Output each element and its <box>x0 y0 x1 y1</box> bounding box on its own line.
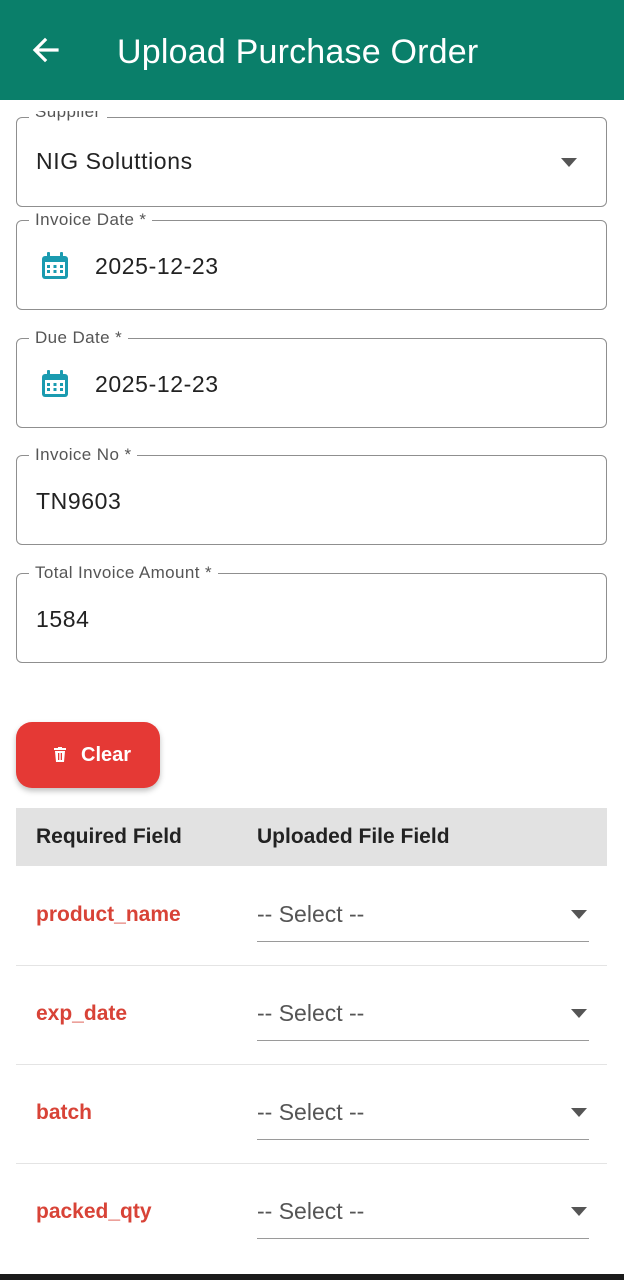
invoice-date-field[interactable]: Invoice Date * 2025-12-23 <box>16 209 607 310</box>
supplier-dropdown[interactable]: Supplier NIG Soluttions <box>16 101 607 207</box>
scroll-mask <box>0 100 624 111</box>
chevron-down-icon <box>571 1207 587 1216</box>
select-value: -- Select -- <box>257 1000 365 1026</box>
app-bar: Upload Purchase Order <box>0 0 624 100</box>
calendar-icon <box>42 252 68 279</box>
total-amount-label: Total Invoice Amount * <box>29 562 219 584</box>
table-row: product_name -- Select -- <box>16 866 607 966</box>
invoice-date-label: Invoice Date * <box>29 209 153 231</box>
required-field-name: packed_qty <box>36 1200 152 1223</box>
total-amount-value: 1584 <box>36 606 90 632</box>
clear-button-label: Clear <box>81 744 132 766</box>
chevron-down-icon <box>571 910 587 919</box>
trash-icon <box>54 747 66 762</box>
required-field-name: product_name <box>36 903 181 926</box>
calendar-icon <box>42 370 68 397</box>
clear-button[interactable]: Clear <box>16 722 160 788</box>
total-amount-field[interactable]: Total Invoice Amount * 1584 <box>16 562 607 663</box>
invoice-no-label: Invoice No * <box>29 444 138 466</box>
chevron-down-icon <box>561 158 577 167</box>
required-field-name: batch <box>36 1101 93 1124</box>
required-field-name: exp_date <box>36 1002 128 1025</box>
field-select-dropdown[interactable]: -- Select -- <box>257 1179 589 1239</box>
column-header-uploaded-file-field: Uploaded File Field <box>257 825 450 848</box>
mapping-table-header: Required Field Uploaded File Field <box>16 808 607 866</box>
invoice-date-value: 2025-12-23 <box>95 253 219 279</box>
table-row: batch -- Select -- <box>16 1064 607 1164</box>
back-button[interactable] <box>28 32 64 68</box>
invoice-no-value: TN9603 <box>36 488 122 514</box>
field-select-dropdown[interactable]: -- Select -- <box>257 882 589 942</box>
due-date-label: Due Date * <box>29 327 129 349</box>
table-row: exp_date -- Select -- <box>16 965 607 1065</box>
due-date-field[interactable]: Due Date * 2025-12-23 <box>16 327 607 428</box>
select-value: -- Select -- <box>257 1198 365 1224</box>
select-value: -- Select -- <box>257 901 365 927</box>
system-navigation-bar <box>0 1274 624 1280</box>
column-header-required-field: Required Field <box>36 825 182 848</box>
select-value: -- Select -- <box>257 1099 365 1125</box>
table-row: packed_qty -- Select -- <box>16 1163 607 1262</box>
supplier-value: NIG Soluttions <box>36 148 193 174</box>
field-select-dropdown[interactable]: -- Select -- <box>257 981 589 1041</box>
arrow-left-icon <box>32 37 59 63</box>
invoice-no-field[interactable]: Invoice No * TN9603 <box>16 444 607 545</box>
field-select-dropdown[interactable]: -- Select -- <box>257 1080 589 1140</box>
chevron-down-icon <box>571 1009 587 1018</box>
chevron-down-icon <box>571 1108 587 1117</box>
due-date-value: 2025-12-23 <box>95 371 219 397</box>
page-title: Upload Purchase Order <box>117 33 479 71</box>
